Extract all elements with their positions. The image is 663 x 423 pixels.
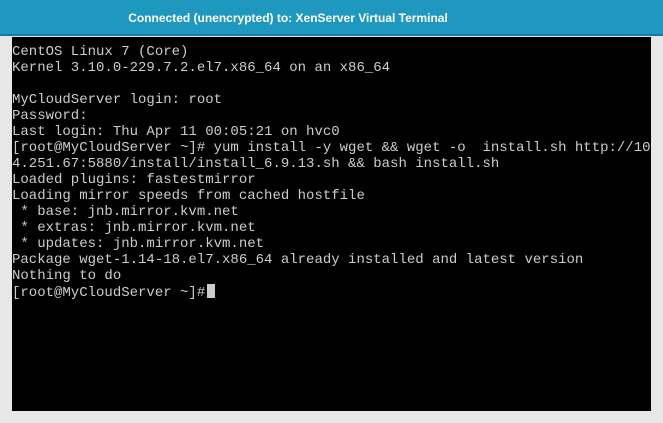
terminal-line: Loading mirror speeds from cached hostfi… [12, 188, 365, 204]
terminal-line: * base: jnb.mirror.kvm.net [12, 204, 239, 220]
connection-status-text: Connected (unencrypted) to: XenServer Vi… [128, 11, 448, 25]
terminal-prompt-line[interactable]: [root@MyCloudServer ~]# [12, 284, 651, 301]
terminal-line: MyCloudServer login: root [12, 92, 223, 108]
terminal-line: * extras: jnb.mirror.kvm.net [12, 220, 256, 236]
terminal-line: Kernel 3.10.0-229.7.2.el7.x86_64 on an x… [12, 60, 391, 76]
terminal-line: * updates: jnb.mirror.kvm.net [12, 236, 265, 252]
terminal-screen[interactable]: CentOS Linux 7 (Core) Kernel 3.10.0-229.… [12, 37, 651, 411]
terminal-line: CentOS Linux 7 (Core) [12, 44, 189, 60]
terminal-line: Password: [12, 108, 88, 124]
terminal-line: Last login: Thu Apr 11 00:05:21 on hvc0 [12, 124, 340, 140]
terminal-line: Package wget-1.14-18.el7.x86_64 already … [12, 252, 584, 268]
terminal-line: [root@MyCloudServer ~]# yum install -y w… [12, 140, 651, 156]
terminal-line: 4.251.67:5880/install/install_6.9.13.sh … [12, 156, 500, 172]
window-edge [651, 37, 663, 423]
terminal-line: Loaded plugins: fastestmirror [12, 172, 256, 188]
text-cursor [207, 284, 216, 298]
vnc-console-window: Connected (unencrypted) to: XenServer Vi… [0, 0, 663, 423]
connection-status-bar: Connected (unencrypted) to: XenServer Vi… [0, 0, 663, 36]
terminal-line: Nothing to do [12, 268, 122, 284]
shell-prompt: [root@MyCloudServer ~]# [12, 285, 206, 301]
